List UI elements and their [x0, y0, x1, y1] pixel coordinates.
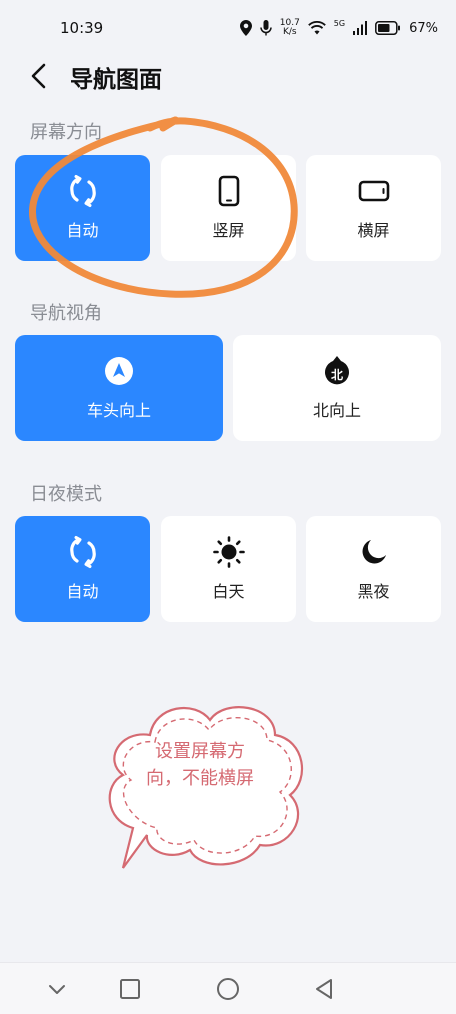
daynight-option-day[interactable]: 白天	[161, 516, 296, 622]
daynight-option-auto[interactable]: 自动	[15, 516, 150, 622]
back-triangle-icon[interactable]	[311, 976, 337, 1002]
option-label: 车头向上	[86, 401, 151, 420]
option-label: 横屏	[357, 221, 390, 240]
portrait-phone-icon	[213, 175, 245, 207]
header: 导航图面	[0, 56, 456, 96]
orientation-option-landscape[interactable]: 横屏	[306, 155, 441, 261]
annotation-note: 设置屏幕方向，不能横屏	[146, 741, 254, 789]
landscape-phone-icon	[358, 175, 390, 207]
wifi-icon	[307, 21, 326, 35]
heading-up-icon	[103, 355, 135, 387]
option-label: 白天	[212, 582, 245, 601]
daynight-option-night[interactable]: 黑夜	[306, 516, 441, 622]
option-label: 自动	[66, 221, 99, 240]
net-speed: 10.7 K/s	[280, 19, 300, 37]
orientation-option-portrait[interactable]: 竖屏	[161, 155, 296, 261]
orientation-option-auto[interactable]: 自动	[15, 155, 150, 261]
auto-rotate-icon	[67, 536, 99, 568]
status-time: 10:39	[60, 19, 104, 37]
section-label-view: 导航视角	[30, 303, 102, 324]
view-option-heading-up[interactable]: 车头向上	[15, 335, 223, 441]
option-label: 自动	[66, 582, 99, 601]
section-label-daynight: 日夜模式	[30, 484, 102, 505]
home-circle-icon[interactable]	[215, 976, 241, 1002]
location-icon	[239, 20, 252, 36]
north-up-icon: 北	[321, 355, 353, 387]
back-arrow-icon[interactable]	[26, 62, 54, 90]
page-title: 导航图面	[70, 67, 162, 93]
section-label-orientation: 屏幕方向	[30, 122, 102, 143]
status-bar: 10:39 10.7 K/s 5G 67%	[0, 0, 456, 56]
recents-square-icon[interactable]	[117, 976, 143, 1002]
network-type: 5G	[333, 18, 346, 28]
net-speed-unit: K/s	[282, 27, 297, 37]
option-label: 黑夜	[357, 582, 390, 601]
battery-percent: 67%	[409, 20, 438, 36]
status-icons: 10.7 K/s 5G 67%	[239, 18, 438, 37]
moon-icon	[358, 536, 390, 568]
north-glyph: 北	[330, 367, 343, 382]
collapse-chevron-icon[interactable]	[44, 976, 70, 1002]
option-label: 北向上	[312, 401, 361, 420]
auto-rotate-icon	[67, 175, 99, 207]
signal-icon	[353, 21, 368, 35]
battery-icon	[375, 21, 401, 35]
option-label: 竖屏	[212, 221, 245, 240]
sun-icon	[212, 536, 245, 568]
microphone-icon	[260, 20, 272, 36]
system-navigation-bar	[0, 962, 456, 1014]
view-option-north-up[interactable]: 北 北向上	[233, 335, 441, 441]
